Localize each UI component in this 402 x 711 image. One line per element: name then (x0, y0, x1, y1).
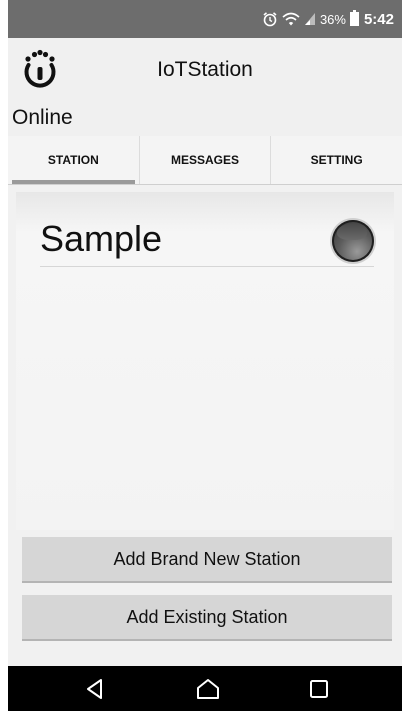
app-header: IoTStation Online (8, 38, 402, 136)
bottom-spacer (8, 642, 402, 666)
back-icon[interactable] (81, 676, 109, 702)
tab-label: SETTING (310, 153, 363, 167)
tab-setting[interactable]: SETTING (270, 136, 402, 184)
clock-time: 5:42 (363, 10, 394, 28)
home-icon[interactable] (194, 676, 222, 702)
tab-station[interactable]: STATION (8, 136, 139, 184)
add-existing-station-button[interactable]: Add Existing Station (22, 595, 392, 641)
battery-icon (349, 10, 359, 26)
wifi-icon (282, 11, 300, 27)
app-title: IoTStation (157, 58, 253, 81)
tab-label: MESSAGES (171, 153, 240, 167)
battery-percent: 36% (319, 11, 346, 27)
tab-label: STATION (47, 153, 99, 167)
app-screen: 36% 5:42 IoTStation Online STATION MESSA… (8, 0, 402, 711)
tab-messages[interactable]: MESSAGES (138, 136, 271, 184)
status-led-icon (332, 220, 374, 262)
add-new-station-button[interactable]: Add Brand New Station (22, 537, 392, 583)
navigation-bar (8, 666, 402, 711)
signal-icon (304, 11, 316, 27)
station-list-item[interactable]: Sample (40, 214, 374, 267)
station-name: Sample (40, 218, 163, 259)
connection-status: Online (12, 106, 73, 129)
alarm-icon (262, 11, 278, 27)
status-bar: 36% 5:42 (8, 0, 402, 38)
station-list: Sample (16, 192, 394, 530)
recent-apps-icon[interactable] (305, 676, 333, 702)
tab-bar: STATION MESSAGES SETTING (8, 136, 402, 185)
